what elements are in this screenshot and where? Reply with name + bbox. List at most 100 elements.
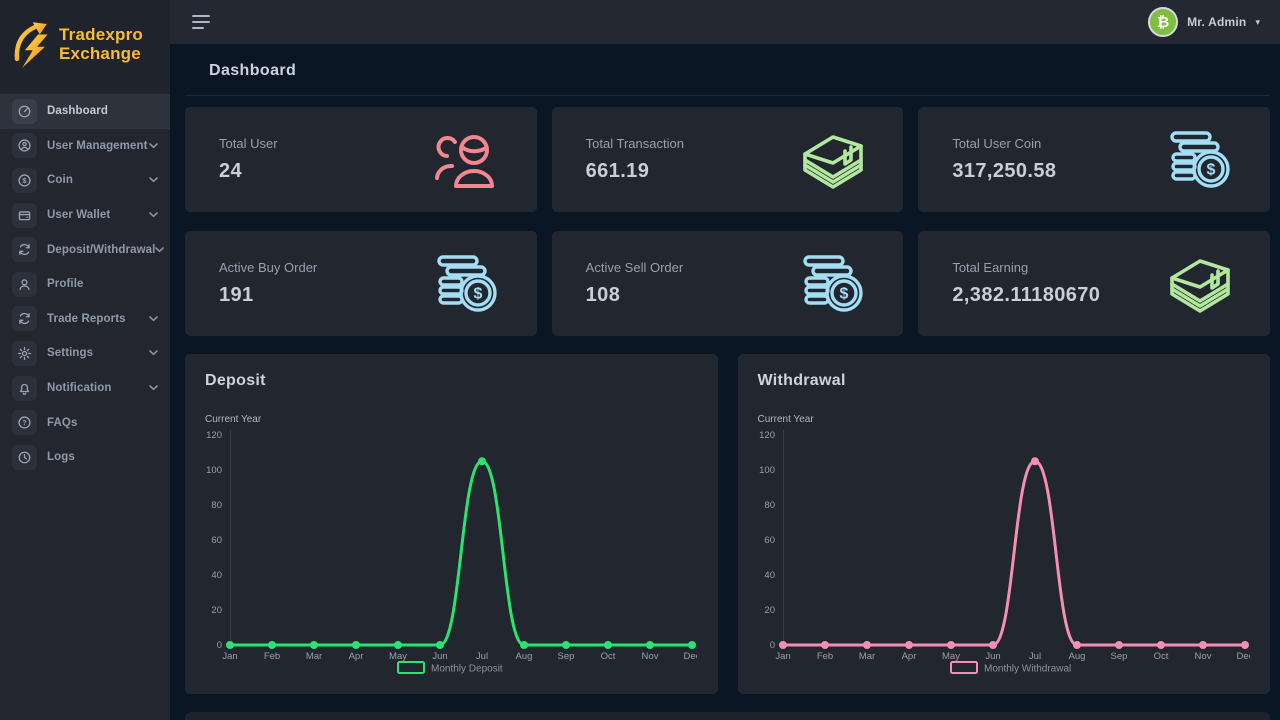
deposit-chart-card: Deposit Current Year020406080100120JanFe… — [185, 354, 718, 694]
svg-text:60: 60 — [764, 535, 775, 546]
svg-text:100: 100 — [759, 465, 775, 476]
sidebar-item-label: Settings — [47, 347, 93, 359]
brand-name: Tradexpro Exchange — [59, 26, 143, 63]
sidebar-item-label: Coin — [47, 174, 73, 186]
svg-text:120: 120 — [206, 430, 222, 441]
money-icon — [1164, 253, 1236, 315]
stat-text: Total Transaction 661.19 — [586, 136, 684, 183]
svg-text:100: 100 — [206, 465, 222, 476]
svg-text:Jul: Jul — [1028, 651, 1040, 662]
svg-text:Nov: Nov — [1194, 651, 1211, 662]
sidebar-item-deposit-withdrawal[interactable]: Deposit/Withdrawal — [0, 232, 170, 267]
profile-icon — [12, 272, 37, 297]
svg-text:40: 40 — [211, 570, 222, 581]
stat-text: Total User 24 — [219, 136, 278, 183]
legend-monthly-deposit[interactable]: Monthly Deposit — [398, 662, 503, 675]
svg-text:Monthly Deposit: Monthly Deposit — [431, 664, 503, 675]
sidebar-item-profile[interactable]: Profile — [0, 267, 170, 302]
svg-text:Jul: Jul — [476, 651, 488, 662]
svg-text:Feb: Feb — [264, 651, 280, 662]
svg-text:May: May — [942, 651, 960, 662]
svg-text:?: ? — [22, 420, 26, 427]
main-content: Dashboard Total User 24 Total Transactio… — [170, 44, 1280, 720]
chevron-down-icon — [149, 143, 158, 149]
coins-icon: $ — [431, 253, 503, 315]
sidebar-item-label: Deposit/Withdrawal — [47, 244, 155, 256]
page-title: Dashboard — [209, 62, 1246, 80]
chart-subtitle: Current Year — [758, 414, 1251, 425]
faq-icon: ? — [12, 410, 37, 435]
svg-text:$: $ — [1207, 161, 1216, 178]
svg-text:$: $ — [840, 285, 849, 302]
user-name: Mr. Admin — [1187, 15, 1246, 29]
chevron-down-icon — [149, 385, 158, 391]
users-icon — [431, 129, 503, 191]
chevron-down-icon — [149, 316, 158, 322]
coins-icon: $ — [797, 253, 869, 315]
sidebar-item-settings[interactable]: Settings — [0, 336, 170, 371]
settings-icon — [12, 341, 37, 366]
chart-title: Deposit — [205, 372, 698, 390]
chevron-down-icon — [149, 177, 158, 183]
stat-text: Total User Coin 317,250.58 — [952, 136, 1056, 183]
coins-icon: $ — [1164, 129, 1236, 191]
svg-text:$: $ — [22, 176, 27, 185]
stat-label: Total User — [219, 136, 278, 151]
svg-text:Nov: Nov — [642, 651, 659, 662]
next-section-card-partial — [185, 712, 1270, 720]
legend-monthly-withdrawal[interactable]: Monthly Withdrawal — [951, 662, 1071, 675]
trade-reports-icon — [12, 306, 37, 331]
coin-icon: $ — [12, 168, 37, 193]
chart-subtitle: Current Year — [205, 414, 698, 425]
svg-text:Jun: Jun — [985, 651, 1000, 662]
stat-card-total-user: Total User 24 — [185, 107, 537, 212]
logs-icon — [12, 445, 37, 470]
stat-card-total-earning: Total Earning 2,382.11180670 — [918, 231, 1270, 336]
brand-logo[interactable]: Tradexpro Exchange — [0, 0, 170, 90]
sidebar-item-faqs[interactable]: ?FAQs — [0, 405, 170, 440]
svg-text:Monthly Withdrawal: Monthly Withdrawal — [984, 664, 1071, 675]
stat-value: 108 — [586, 284, 684, 307]
svg-text:Oct: Oct — [601, 651, 616, 662]
sidebar-item-label: Notification — [47, 382, 111, 394]
svg-text:Dec: Dec — [684, 651, 697, 662]
dashboard-icon — [12, 99, 37, 124]
sidebar-item-label: Profile — [47, 278, 84, 290]
sidebar-item-notification[interactable]: Notification — [0, 371, 170, 406]
stat-text: Total Earning 2,382.11180670 — [952, 260, 1100, 307]
user-menu[interactable]: ₿ Mr. Admin ▾ — [1148, 7, 1260, 37]
stat-text: Active Sell Order 108 — [586, 260, 684, 307]
sidebar-item-label: User Management — [47, 140, 148, 152]
hamburger-menu-icon[interactable] — [190, 11, 212, 33]
sidebar-nav: Dashboard User Management $ Coin User Wallet… — [0, 94, 170, 475]
sidebar-item-coin[interactable]: $ Coin — [0, 163, 170, 198]
svg-text:Apr: Apr — [349, 651, 364, 662]
svg-text:Feb: Feb — [816, 651, 832, 662]
svg-text:Mar: Mar — [858, 651, 874, 662]
sidebar-item-dashboard[interactable]: Dashboard — [0, 94, 170, 129]
sidebar-item-trade-reports[interactable]: Trade Reports — [0, 302, 170, 337]
svg-text:120: 120 — [759, 430, 775, 441]
svg-text:40: 40 — [764, 570, 775, 581]
chevron-down-icon — [149, 212, 158, 218]
svg-text:0: 0 — [217, 640, 222, 651]
svg-text:Mar: Mar — [306, 651, 322, 662]
stat-card-active-buy-order: Active Buy Order 191 $ — [185, 231, 537, 336]
stat-card-total-transaction: Total Transaction 661.19 — [552, 107, 904, 212]
svg-text:Oct: Oct — [1153, 651, 1168, 662]
svg-text:May: May — [389, 651, 407, 662]
sidebar-item-logs[interactable]: Logs — [0, 440, 170, 475]
stat-label: Total User Coin — [952, 136, 1056, 151]
stat-label: Total Earning — [952, 260, 1100, 275]
stat-card-active-sell-order: Active Sell Order 108 $ — [552, 231, 904, 336]
notification-icon — [12, 376, 37, 401]
sidebar-item-user-wallet[interactable]: User Wallet — [0, 198, 170, 233]
deposit-chart-canvas: 020406080100120JanFebMarAprMayJunJulAugS… — [205, 426, 697, 680]
svg-text:80: 80 — [764, 500, 775, 511]
svg-text:Jan: Jan — [775, 651, 790, 662]
money-icon — [797, 129, 869, 191]
sidebar-item-user-management[interactable]: User Management — [0, 129, 170, 164]
svg-text:Jan: Jan — [222, 651, 237, 662]
withdrawal-chart-canvas: 020406080100120JanFebMarAprMayJunJulAugS… — [758, 426, 1250, 680]
chart-title: Withdrawal — [758, 372, 1251, 390]
